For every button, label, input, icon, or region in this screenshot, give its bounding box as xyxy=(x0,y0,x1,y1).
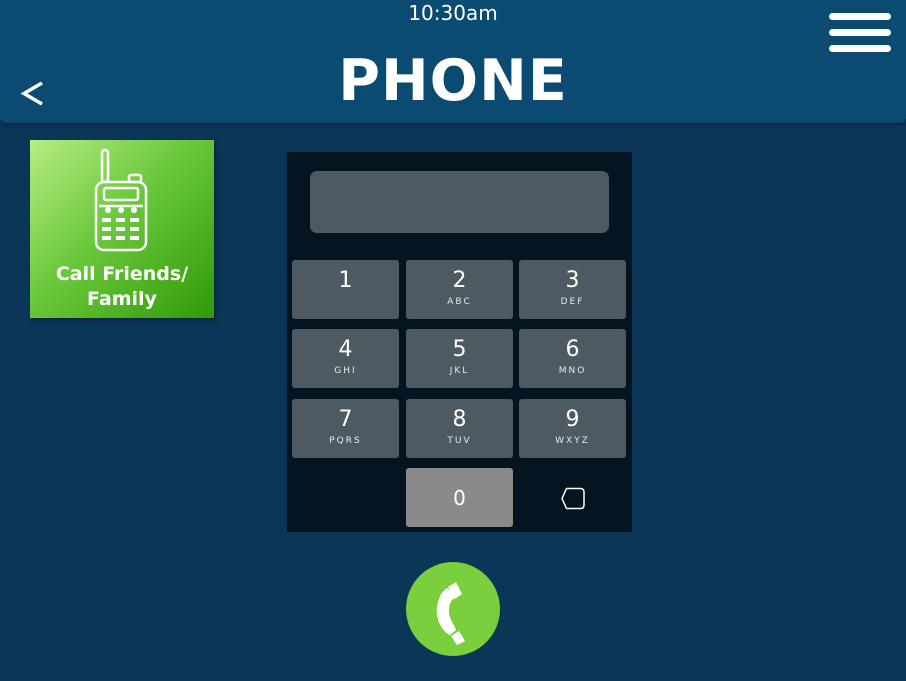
key-4[interactable]: 4 GHI xyxy=(292,329,399,388)
key-digit: 0 xyxy=(453,486,466,510)
tile-label-line1: Call Friends/ xyxy=(55,263,189,285)
header-bar: 10:30am PHONE xyxy=(0,0,906,123)
key-digit: 9 xyxy=(565,407,580,432)
key-digit: 5 xyxy=(452,337,467,362)
backspace-button[interactable] xyxy=(519,468,626,527)
page-title: PHONE xyxy=(338,48,568,114)
key-digit: 6 xyxy=(565,337,580,362)
key-digit: 8 xyxy=(452,407,467,432)
key-digit: 7 xyxy=(338,407,353,432)
key-1[interactable]: 1 xyxy=(292,260,399,319)
key-8[interactable]: 8 TUV xyxy=(406,399,513,458)
chevron-left-icon xyxy=(20,81,43,106)
key-digit: 4 xyxy=(338,337,353,362)
menu-button[interactable] xyxy=(829,12,893,54)
key-letters: ABC xyxy=(447,297,472,307)
key-letters: WXYZ xyxy=(555,436,590,446)
walkie-talkie-icon xyxy=(94,148,148,252)
phone-handset-icon xyxy=(436,582,465,645)
tile-label: Call Friends/ Family xyxy=(30,262,214,312)
call-friends-family-tile[interactable]: Call Friends/ Family xyxy=(30,140,214,318)
key-letters: JKL xyxy=(449,366,470,376)
key-5[interactable]: 5 JKL xyxy=(406,329,513,388)
key-2[interactable]: 2 ABC xyxy=(406,260,513,319)
key-digit: 3 xyxy=(565,268,580,293)
key-0[interactable]: 0 xyxy=(406,468,513,527)
backspace-icon xyxy=(561,487,585,510)
key-3[interactable]: 3 DEF xyxy=(519,260,626,319)
key-digit: 2 xyxy=(452,268,467,293)
status-time: 10:30am xyxy=(408,1,498,25)
call-button[interactable] xyxy=(406,562,500,656)
key-7[interactable]: 7 PQRS xyxy=(292,399,399,458)
back-button[interactable] xyxy=(16,74,52,114)
key-letters: TUV xyxy=(447,436,472,446)
number-display[interactable] xyxy=(310,171,609,233)
tile-label-line2: Family xyxy=(87,288,157,310)
key-letters: DEF xyxy=(560,297,585,307)
dialer-panel: 1 2 ABC 3 DEF 4 GHI 5 JKL 6 MNO 7 PQRS 8… xyxy=(287,152,632,532)
key-9[interactable]: 9 WXYZ xyxy=(519,399,626,458)
key-6[interactable]: 6 MNO xyxy=(519,329,626,388)
key-digit: 1 xyxy=(338,268,353,293)
key-letters: PQRS xyxy=(329,436,362,446)
key-letters: GHI xyxy=(334,366,357,376)
key-letters: MNO xyxy=(558,366,587,376)
